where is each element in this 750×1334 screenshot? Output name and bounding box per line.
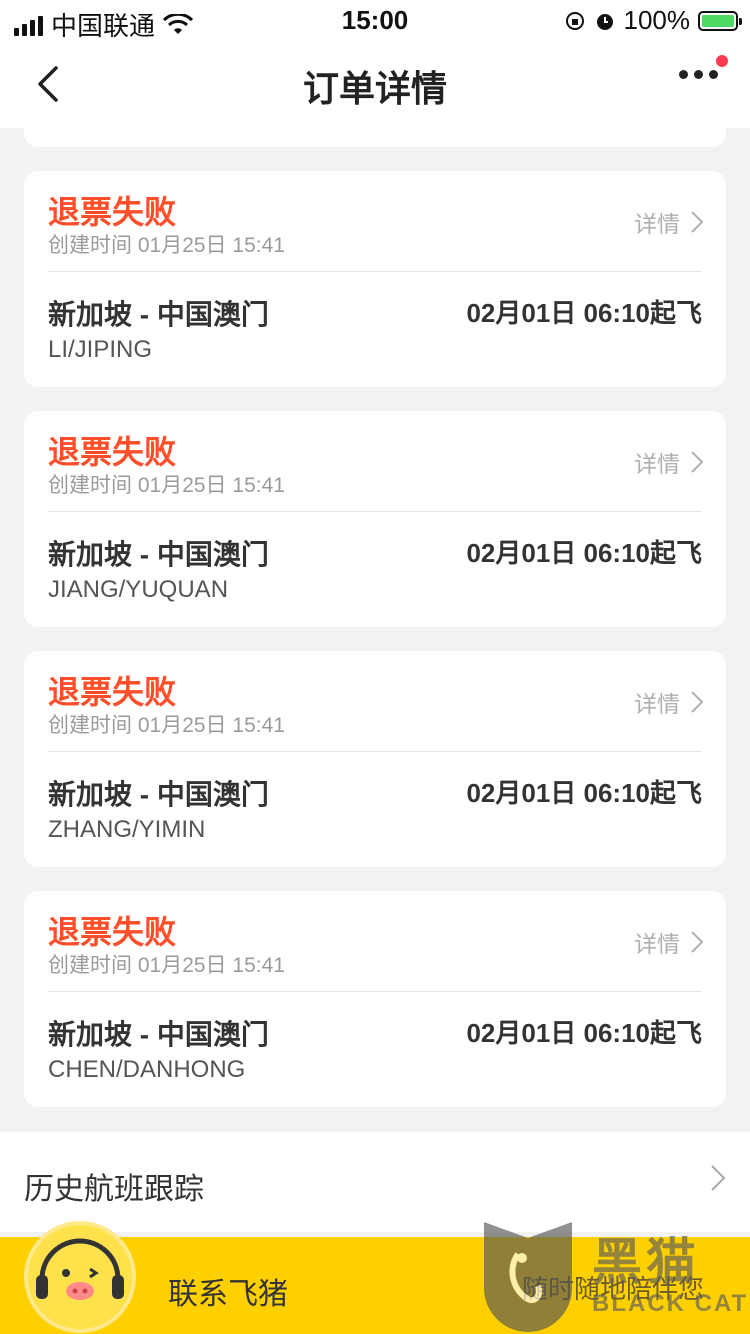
history-label: 历史航班跟踪: [24, 1173, 204, 1206]
status-right: 100%: [564, 5, 742, 36]
order-card[interactable]: 退票失败 创建时间 01月25日 15:41 详情 新加坡 - 中国澳门 02月…: [24, 411, 726, 627]
pig-mascot-icon: [36, 1238, 124, 1300]
flight-route: 新加坡 - 中国澳门: [48, 779, 269, 810]
watermark: 黑猫 BLACK CAT: [478, 1218, 750, 1334]
divider: [48, 511, 702, 512]
divider: [48, 271, 702, 272]
refund-status: 退票失败: [48, 914, 177, 950]
alarm-icon: [596, 13, 613, 30]
refund-status: 退票失败: [48, 434, 177, 470]
status-bar: 中国联通 15:00 100%: [0, 0, 750, 41]
created-time: 创建时间 01月25日 15:41: [48, 234, 285, 257]
refund-status: 退票失败: [48, 194, 177, 230]
order-card[interactable]: 退票失败 创建时间 01月25日 15:41 详情 新加坡 - 中国澳门 02月…: [24, 651, 726, 867]
mascot-avatar: [24, 1221, 136, 1333]
chevron-right-icon: [691, 451, 704, 473]
order-card[interactable]: 退票失败 创建时间 01月25日 15:41 详情 新加坡 - 中国澳门 02月…: [24, 891, 726, 1107]
chevron-right-icon: [691, 211, 704, 233]
departure-time: 02月01日 06:10起飞: [466, 538, 702, 568]
order-card[interactable]: 退票失败 创建时间 01月25日 15:41 详情 新加坡 - 中国澳门 02月…: [24, 171, 726, 387]
detail-link[interactable]: 详情: [634, 445, 704, 479]
flight-route: 新加坡 - 中国澳门: [48, 539, 269, 570]
departure-time: 02月01日 06:10起飞: [466, 778, 702, 808]
detail-label: 详情: [634, 931, 680, 957]
contact-label: 联系飞猪: [168, 1278, 288, 1311]
history-flight-tracking[interactable]: 历史航班跟踪: [0, 1132, 750, 1232]
departure-time: 02月01日 06:10起飞: [466, 1018, 702, 1048]
chevron-right-icon: [711, 1165, 726, 1191]
passenger-name: ZHANG/YIMIN: [48, 816, 206, 843]
chevron-right-icon: [691, 691, 704, 713]
rotation-lock-icon: [565, 11, 584, 30]
divider: [48, 751, 702, 752]
detail-label: 详情: [634, 451, 680, 477]
refund-status: 退票失败: [48, 674, 177, 710]
detail-link[interactable]: 详情: [634, 205, 704, 239]
battery-icon: [698, 10, 742, 31]
battery-fill: [702, 14, 734, 27]
page-title: 订单详情: [302, 68, 447, 109]
watermark-en: BLACK CAT: [592, 1290, 749, 1317]
black-cat-logo-icon: [484, 1222, 572, 1332]
watermark-cn: 黑猫: [592, 1234, 700, 1290]
flight-route: 新加坡 - 中国澳门: [48, 1019, 269, 1050]
notification-badge: [716, 55, 728, 67]
detail-label: 详情: [634, 691, 680, 717]
passenger-name: LI/JIPING: [48, 336, 153, 363]
battery-percent: 100%: [623, 5, 691, 35]
created-time: 创建时间 01月25日 15:41: [48, 714, 285, 737]
passenger-name: CHEN/DANHONG: [48, 1056, 246, 1083]
nav-bar: 订单详情: [0, 40, 750, 128]
passenger-name: JIANG/YUQUAN: [48, 576, 229, 603]
created-time: 创建时间 01月25日 15:41: [48, 474, 285, 497]
more-icon[interactable]: [679, 70, 718, 79]
divider: [48, 991, 702, 992]
detail-label: 详情: [634, 211, 680, 237]
flight-route: 新加坡 - 中国澳门: [48, 299, 269, 330]
created-time: 创建时间 01月25日 15:41: [48, 954, 285, 977]
card-fragment: [24, 120, 726, 147]
detail-link[interactable]: 详情: [634, 685, 704, 719]
departure-time: 02月01日 06:10起飞: [466, 298, 702, 328]
chevron-right-icon: [691, 931, 704, 953]
detail-link[interactable]: 详情: [634, 925, 704, 959]
